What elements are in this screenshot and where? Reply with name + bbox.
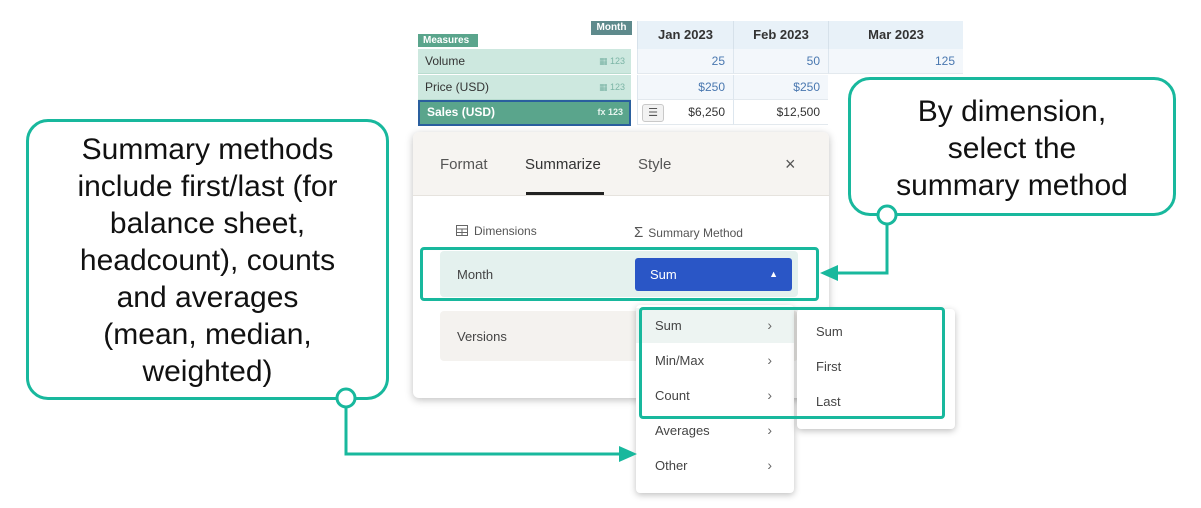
connector-dots (335, 204, 898, 409)
